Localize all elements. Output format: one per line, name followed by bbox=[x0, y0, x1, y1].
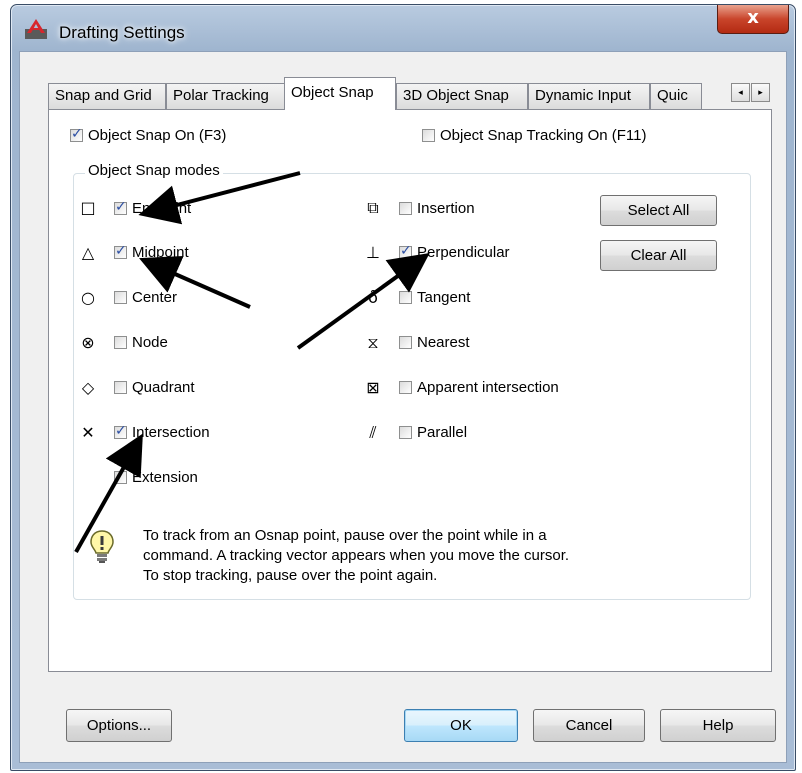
tangent-label: Tangent bbox=[417, 289, 471, 306]
tangent-checkbox[interactable]: Tangent bbox=[399, 289, 470, 306]
node-checkbox[interactable]: Node bbox=[114, 334, 168, 351]
object-snap-modes-label: Object Snap modes bbox=[85, 162, 223, 179]
object-snap-tracking-checkbox[interactable]: Object Snap Tracking On (F11) bbox=[422, 127, 646, 144]
quadrant-box[interactable] bbox=[114, 381, 127, 394]
select-all-button[interactable]: Select All bbox=[600, 195, 717, 226]
object-snap-tracking-box[interactable] bbox=[422, 129, 435, 142]
extension-box[interactable] bbox=[114, 471, 127, 484]
parallel-checkbox[interactable]: Parallel bbox=[399, 424, 467, 441]
insertion-checkbox[interactable]: Insertion bbox=[399, 200, 475, 217]
cancel-button[interactable]: Cancel bbox=[533, 709, 645, 742]
intersection-checkbox[interactable]: Intersection bbox=[114, 423, 210, 441]
tab-scroll-right-icon[interactable]: ▸ bbox=[751, 83, 770, 102]
object-snap-panel: Object Snap On (F3) Object Snap Tracking… bbox=[48, 109, 772, 672]
quadrant-checkbox[interactable]: Quadrant bbox=[114, 379, 195, 396]
insertion-label: Insertion bbox=[417, 200, 475, 217]
title-bar[interactable]: Drafting Settings x bbox=[11, 5, 795, 51]
nearest-box[interactable] bbox=[399, 336, 412, 349]
parallel-label: Parallel bbox=[417, 424, 468, 441]
object-snap-on-label: Object Snap On (F3) bbox=[88, 127, 227, 144]
tab-dynamic-input[interactable]: Dynamic Input bbox=[528, 83, 650, 109]
node-icon: ⊗ bbox=[81, 333, 95, 352]
endpoint-label: Endpoint bbox=[132, 200, 192, 217]
endpoint-box[interactable] bbox=[114, 199, 127, 215]
tab-snap-and-grid[interactable]: Snap and Grid bbox=[48, 83, 166, 109]
apparent-intersection-label: Apparent intersection bbox=[417, 379, 559, 396]
node-box[interactable] bbox=[114, 336, 127, 349]
insertion-icon: ⧉ bbox=[367, 198, 379, 217]
apparent-intersection-icon: ⊠ bbox=[366, 378, 380, 397]
center-label: Center bbox=[132, 289, 178, 306]
intersection-label: Intersection bbox=[132, 424, 210, 441]
drafting-settings-window: Drafting Settings x Snap and Grid Polar … bbox=[10, 4, 796, 771]
center-checkbox[interactable]: Center bbox=[114, 289, 177, 306]
tab-3d-object-snap[interactable]: 3D Object Snap bbox=[396, 83, 528, 109]
object-snap-on-checkbox[interactable]: Object Snap On (F3) bbox=[70, 126, 227, 144]
options-button[interactable]: Options... bbox=[66, 709, 172, 742]
tracking-tip-text: To track from an Osnap point, pause over… bbox=[143, 526, 663, 586]
midpoint-label: Midpoint bbox=[132, 244, 189, 261]
nearest-checkbox[interactable]: Nearest bbox=[399, 334, 470, 351]
object-snap-on-box[interactable] bbox=[70, 126, 83, 142]
intersection-box[interactable] bbox=[114, 423, 127, 439]
apparent-intersection-checkbox[interactable]: Apparent intersection bbox=[399, 379, 559, 396]
perpendicular-checkbox[interactable]: Perpendicular bbox=[399, 243, 510, 261]
node-label: Node bbox=[132, 334, 168, 351]
tip-line: command. A tracking vector appears when … bbox=[143, 547, 570, 564]
midpoint-checkbox[interactable]: Midpoint bbox=[114, 243, 189, 261]
intersection-x-icon: ✕ bbox=[81, 423, 95, 442]
tab-scroll-left-icon[interactable]: ◂ bbox=[731, 83, 750, 102]
object-snap-tracking-label: Object Snap Tracking On (F11) bbox=[440, 127, 647, 144]
extension-label: Extension bbox=[132, 469, 198, 486]
parallel-icon: ⫽ bbox=[369, 423, 377, 442]
autocad-app-icon bbox=[25, 19, 47, 39]
tip-line: To track from an Osnap point, pause over… bbox=[143, 527, 547, 544]
insertion-box[interactable] bbox=[399, 202, 412, 215]
quadrant-diamond-icon: ◇ bbox=[81, 378, 95, 397]
endpoint-square-icon: □ bbox=[80, 198, 96, 217]
tip-line: To stop tracking, pause over the point a… bbox=[143, 567, 438, 584]
tab-polar-tracking[interactable]: Polar Tracking bbox=[166, 83, 286, 109]
quadrant-label: Quadrant bbox=[132, 379, 195, 396]
parallel-box[interactable] bbox=[399, 426, 412, 439]
help-button[interactable]: Help bbox=[660, 709, 776, 742]
midpoint-triangle-icon: △ bbox=[81, 243, 95, 262]
perpendicular-label: Perpendicular bbox=[417, 244, 510, 261]
nearest-hourglass-icon: ⧖ bbox=[367, 333, 379, 352]
clear-all-button[interactable]: Clear All bbox=[600, 240, 717, 271]
apparent-intersection-box[interactable] bbox=[399, 381, 412, 394]
nearest-label: Nearest bbox=[417, 334, 470, 351]
tangent-icon: ȏ bbox=[368, 288, 378, 307]
window-title: Drafting Settings bbox=[59, 23, 185, 42]
dialog-client-area: Snap and Grid Polar Tracking Object Snap… bbox=[19, 51, 787, 763]
tab-scroll-arrows: ◂ ▸ bbox=[731, 83, 771, 103]
tab-quick-properties[interactable]: Quic bbox=[650, 83, 702, 109]
center-circle-icon: ○ bbox=[81, 288, 95, 307]
endpoint-checkbox[interactable]: Endpoint bbox=[114, 199, 192, 217]
center-box[interactable] bbox=[114, 291, 127, 304]
extension-checkbox[interactable]: Extension bbox=[114, 469, 198, 486]
perpendicular-box[interactable] bbox=[399, 243, 412, 259]
tangent-box[interactable] bbox=[399, 291, 412, 304]
ok-button[interactable]: OK bbox=[404, 709, 518, 742]
lightbulb-icon bbox=[90, 530, 114, 563]
close-button[interactable]: x bbox=[717, 5, 789, 34]
perpendicular-icon: ⊥ bbox=[366, 243, 380, 262]
midpoint-box[interactable] bbox=[114, 243, 127, 259]
tab-object-snap[interactable]: Object Snap bbox=[284, 77, 396, 110]
